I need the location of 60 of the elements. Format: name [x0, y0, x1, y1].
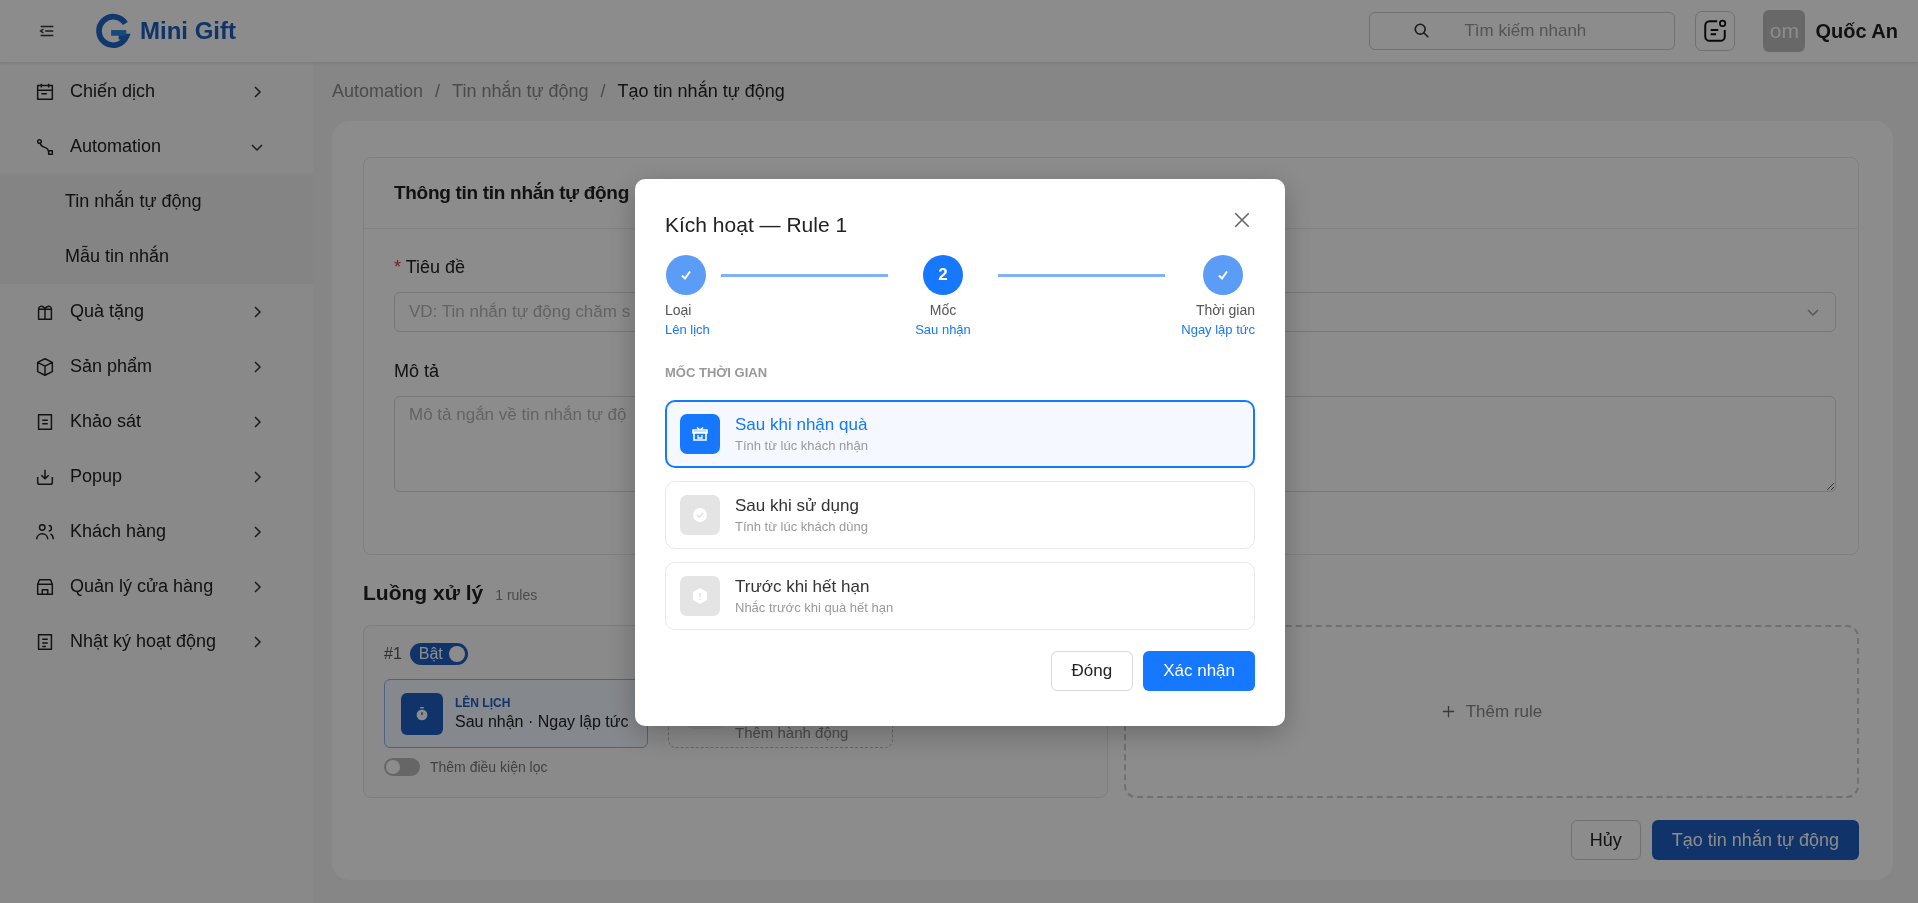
cancel-button[interactable]: Hủy [1570, 820, 1641, 860]
sidebar-item[interactable]: Automation [0, 119, 313, 174]
trigger-node[interactable]: LÊN LỊCH Sau nhận · Ngay lập tức [384, 679, 648, 748]
option-subtitle: Nhắc trước khi quà hết hạn [735, 600, 894, 615]
sidebar-item[interactable]: Sản phẩm [0, 339, 313, 394]
warning-icon [680, 576, 720, 616]
modal-title: Kích hoạt — Rule 1 [665, 213, 848, 237]
timer-icon [401, 692, 443, 735]
step-label: Loại [665, 302, 692, 318]
enable-toggle[interactable]: Bật [409, 643, 468, 665]
close-icon[interactable] [1233, 211, 1251, 229]
search-icon [1413, 22, 1432, 40]
sidebar-item[interactable]: Quản lý cửa hàng [0, 559, 313, 614]
breadcrumb-separator: / [600, 81, 606, 102]
confirm-button[interactable]: Xác nhận [1143, 651, 1255, 691]
section-title: Luồng xử lý [363, 581, 484, 605]
message-icon [1702, 18, 1729, 44]
logo-text: Mini Gift [140, 17, 236, 45]
sidebar-subitem[interactable]: Tin nhắn tự động [0, 174, 313, 229]
submit-button[interactable]: Tạo tin nhắn tự động [1651, 820, 1859, 860]
option-subtitle: Tính từ lúc khách nhận [735, 438, 868, 453]
rule-number: #1 [384, 645, 402, 663]
step-label: Thời gian [1196, 302, 1255, 318]
option-card[interactable]: Sau khi sử dụng Tính từ lúc khách dùng [665, 481, 1255, 549]
search-field[interactable]: Tìm kiếm nhanh [1369, 12, 1676, 50]
cube-icon [34, 355, 56, 378]
trigger-summary: Sau nhận · Ngay lập tức [455, 713, 629, 731]
step-value: Sau nhận [915, 322, 971, 337]
rule-count: 1 rules [495, 587, 538, 603]
option-title: Sau khi nhận quà [735, 415, 868, 435]
section-label: MỐC THỜI GIAN [665, 365, 769, 380]
filter-toggle[interactable] [384, 758, 420, 776]
option-title: Trước khi hết hạn [735, 577, 871, 597]
sidebar-item[interactable]: Nhật ký hoạt động [0, 614, 313, 669]
plus-icon [1440, 704, 1456, 719]
option-card[interactable]: Trước khi hết hạn Nhắc trước khi quà hết hạn [665, 562, 1255, 630]
option-card[interactable]: Sau khi nhận quà Tính từ lúc khách nhận [665, 400, 1255, 468]
step-value: Lên lịch [665, 322, 710, 337]
sidebar-subitem[interactable]: Mẫu tin nhắn [0, 229, 313, 284]
sidebar-item[interactable]: Khách hàng [0, 504, 313, 559]
breadcrumb-separator: / [435, 81, 441, 102]
field-label: * Tiêu đề [394, 257, 466, 278]
step-value: Ngay lập tức [1181, 322, 1255, 337]
sidebar-item[interactable]: Chiến dịch [0, 64, 313, 119]
trigger-type: LÊN LỊCH [455, 696, 512, 710]
card-title: Thông tin tin nhắn tự động [394, 182, 629, 204]
sidebar-item[interactable]: Popup [0, 449, 313, 504]
gift-icon [680, 414, 720, 454]
filter-label: Thêm điều kiện lọc [430, 759, 548, 775]
option-subtitle: Tính từ lúc khách dùng [735, 519, 868, 534]
step-label: Mốc [929, 302, 957, 318]
sidebar-item[interactable]: Khảo sát [0, 394, 313, 449]
user-name: Quốc An [1815, 19, 1898, 43]
notification-button[interactable] [1695, 11, 1736, 51]
step-indicator: 2 [923, 255, 963, 295]
option-title: Sau khi sử dụng [735, 496, 860, 516]
field-label: Mô tả [394, 361, 440, 382]
close-button[interactable]: Đóng [1050, 651, 1134, 691]
logo-icon [94, 12, 132, 50]
sidebar-item[interactable]: Quà tặng [0, 284, 313, 339]
